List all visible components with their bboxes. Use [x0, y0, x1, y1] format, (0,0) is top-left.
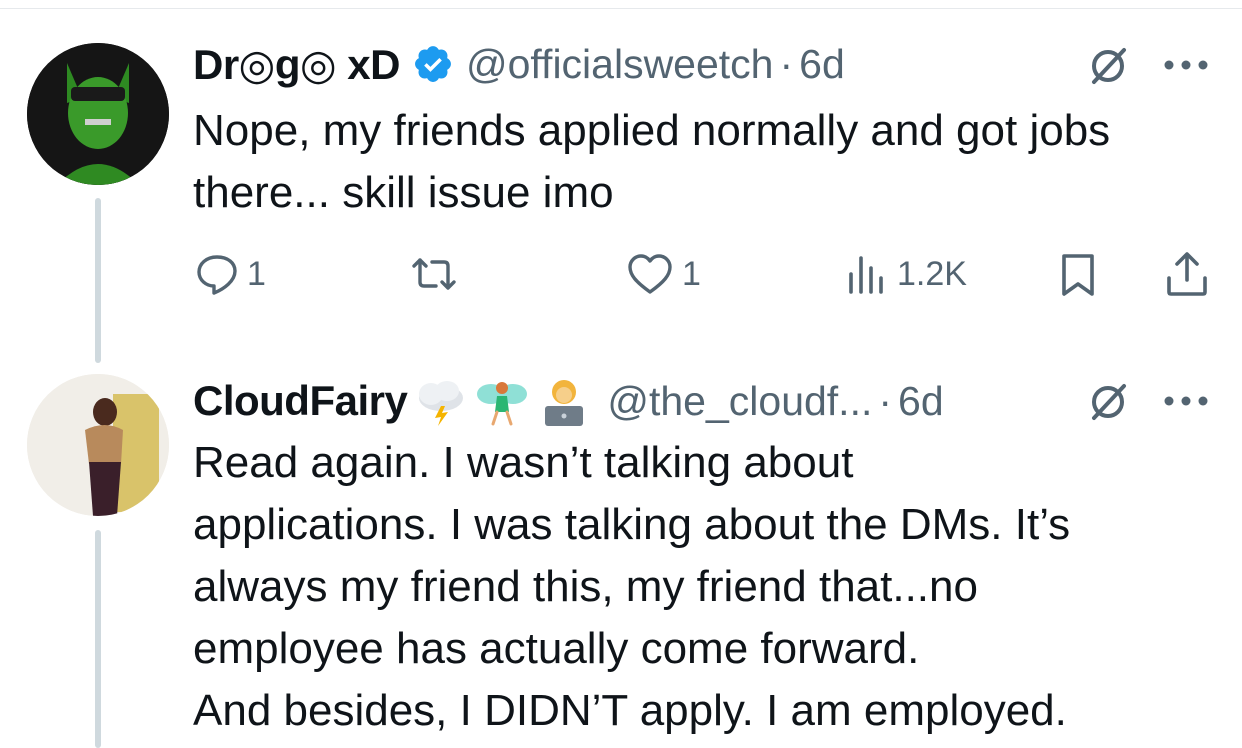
verified-icon — [415, 46, 451, 82]
like-count: 1 — [682, 254, 701, 293]
tweet-text: Read again. I wasn’t talking about appli… — [193, 432, 1213, 742]
tweet-text: Nope, my friends applied normally and go… — [193, 100, 1213, 224]
text-line: Nope, my friends applied normally and go… — [193, 106, 1111, 155]
display-name[interactable]: CloudFairy — [193, 377, 408, 425]
bookmark-icon — [1062, 254, 1094, 296]
like-button[interactable]: 1 — [626, 252, 701, 296]
tweet-header: CloudFairy @the_cloudf... · 6d — [193, 371, 944, 431]
grok-icon[interactable] — [1086, 380, 1130, 424]
separator-dot: · — [779, 40, 794, 87]
avatar[interactable] — [27, 374, 169, 516]
more-icon[interactable] — [1162, 394, 1210, 408]
reply-count: 1 — [247, 254, 266, 293]
views-count: 1.2K — [897, 254, 967, 293]
retweet-icon — [412, 258, 456, 290]
action-bar: 1 1 1.2K — [0, 240, 1242, 310]
more-icon[interactable] — [1162, 58, 1210, 72]
handle[interactable]: @officialsweetch — [466, 41, 774, 88]
share-icon — [1167, 252, 1207, 296]
avatar[interactable] — [27, 43, 169, 185]
text-line: there... skill issue imo — [193, 168, 614, 217]
text-line: always my friend this, my friend that...… — [193, 562, 978, 611]
grok-icon[interactable] — [1086, 44, 1130, 88]
text-line: And besides, I DIDN’T apply. I am employ… — [193, 686, 1067, 735]
share-button[interactable] — [1164, 250, 1210, 298]
display-name[interactable]: Dr◎g◎ xD — [193, 40, 400, 89]
technologist-emoji — [545, 380, 584, 426]
timestamp[interactable]: 6d — [799, 41, 845, 88]
retweet-button[interactable] — [408, 252, 468, 296]
text-line: applications. I was talking about the DM… — [193, 500, 1071, 549]
tweet[interactable]: Dr◎g◎ xD @officialsweetch · 6d Nope, my … — [0, 0, 1242, 370]
timestamp[interactable]: 6d — [898, 378, 944, 425]
cloud-lightning-emoji — [419, 381, 464, 426]
tweet-header: Dr◎g◎ xD @officialsweetch · 6d — [193, 34, 845, 94]
handle[interactable]: @the_cloudf... — [607, 378, 872, 425]
text-line: employee has actually come forward. — [193, 624, 920, 673]
views-icon — [849, 256, 883, 294]
views-button[interactable]: 1.2K — [845, 252, 967, 296]
text-line: Read again. I wasn’t talking about — [193, 438, 854, 487]
thread-line — [95, 530, 101, 748]
reply-icon — [197, 255, 237, 295]
tweet[interactable]: CloudFairy @the_cloudf... · 6d Read agai… — [0, 368, 1242, 748]
bookmark-button[interactable] — [1058, 252, 1098, 298]
reply-button[interactable]: 1 — [195, 252, 266, 296]
fairy-emoji — [477, 382, 528, 426]
separator-dot: · — [878, 377, 893, 424]
like-icon — [628, 254, 672, 294]
